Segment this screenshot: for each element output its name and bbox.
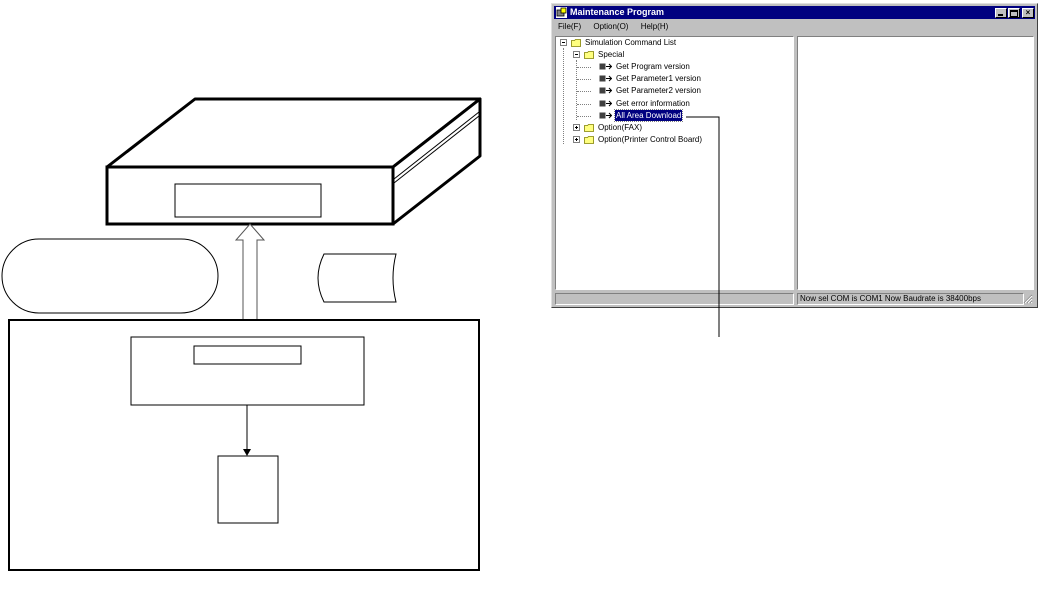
folder-open-icon — [571, 39, 581, 47]
tree-item-command[interactable]: Get error information — [559, 98, 779, 109]
tree-item-root[interactable]: Simulation Command List — [559, 37, 759, 48]
selected-tree-label: All Area Download — [613, 109, 684, 122]
size-grip-icon[interactable] — [1023, 294, 1033, 304]
menu-help[interactable]: Help(H) — [639, 21, 669, 33]
collapse-icon[interactable] — [573, 51, 580, 58]
interface-label-box — [193, 345, 302, 365]
command-icon — [599, 63, 612, 70]
close-button[interactable]: × — [1022, 8, 1034, 18]
tree-item-option-fax[interactable]: Option(FAX) — [559, 122, 779, 133]
folder-icon — [584, 124, 594, 132]
tree-label: Special — [598, 50, 625, 59]
app-icon — [556, 7, 567, 18]
device-port-box — [174, 183, 322, 218]
external-device — [105, 97, 482, 226]
expand-icon[interactable] — [573, 124, 580, 131]
status-panel-left — [555, 293, 794, 305]
tree-item-option-printer[interactable]: Option(Printer Control Board) — [559, 134, 789, 145]
menu-file[interactable]: File(F) — [556, 21, 581, 33]
tree-label: Get Program version — [616, 62, 690, 71]
maintenance-program-window: Maintenance Program × File(F) Option(O) … — [551, 3, 1038, 308]
collapse-icon[interactable] — [560, 39, 567, 46]
folder-icon — [584, 136, 594, 144]
tree-item-command[interactable]: Get Parameter2 version — [559, 85, 779, 96]
window-title: Maintenance Program — [570, 7, 665, 17]
connection-diagram — [1, 97, 482, 571]
status-bar: Now sel COM is COM1 Now Baudrate is 3840… — [555, 293, 1034, 305]
tree-label: Get Parameter2 version — [616, 86, 701, 95]
expand-icon[interactable] — [573, 136, 580, 143]
tree-label: Option(Printer Control Board) — [598, 135, 703, 144]
minimize-button[interactable] — [995, 8, 1007, 18]
menu-bar: File(F) Option(O) Help(H) — [556, 21, 676, 33]
detail-pane[interactable] — [797, 36, 1034, 290]
tree-item-command[interactable]: Get Parameter1 version — [559, 73, 779, 84]
tree-label: Simulation Command List — [585, 38, 677, 47]
title-bar[interactable]: Maintenance Program × — [554, 6, 1035, 19]
command-tree[interactable]: Simulation Command List Special Get Prog… — [555, 36, 794, 290]
menu-option[interactable]: Option(O) — [591, 21, 628, 33]
tree-label: Option(FAX) — [598, 123, 643, 132]
folder-open-icon — [584, 51, 594, 59]
cable-shape — [317, 253, 397, 303]
status-panel-right: Now sel COM is COM1 Now Baudrate is 3840… — [797, 293, 1024, 305]
tree-item-command-selected[interactable]: All Area Download — [559, 109, 779, 122]
command-icon — [599, 75, 612, 82]
tree-label: Get Parameter1 version — [616, 74, 701, 83]
command-icon — [599, 100, 612, 107]
command-icon — [599, 112, 612, 119]
pill-shape — [1, 238, 219, 314]
command-icon — [599, 87, 612, 94]
memory-box — [217, 455, 279, 524]
tree-label: Get error information — [616, 99, 690, 108]
tree-item-special[interactable]: Special — [559, 49, 759, 60]
tree-item-command[interactable]: Get Program version — [559, 61, 779, 72]
maximize-button[interactable] — [1008, 8, 1020, 18]
